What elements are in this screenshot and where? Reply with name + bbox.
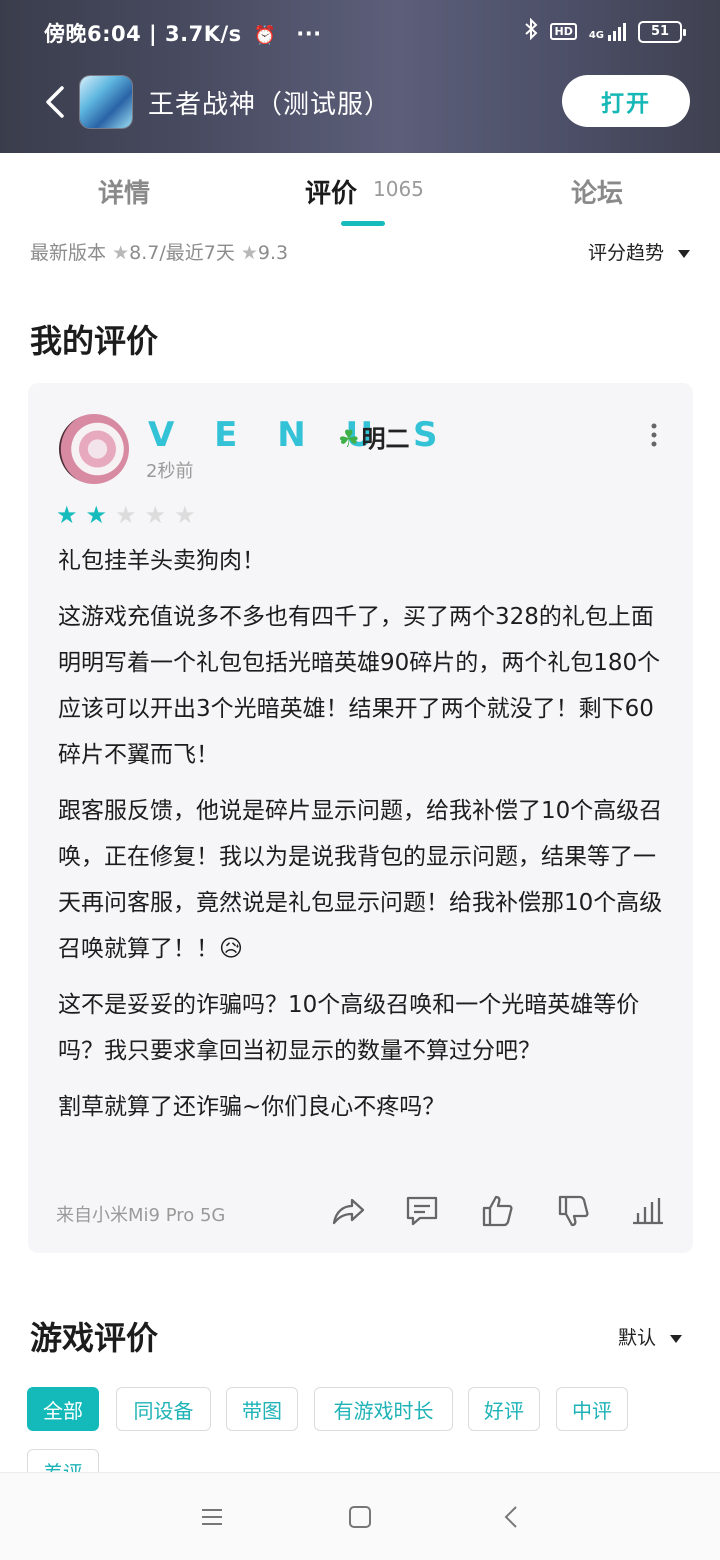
review-body: 礼包挂羊头卖狗肉！ 这游戏充值说多不多也有四千了，买了两个328的礼包上面明明写… xyxy=(58,538,668,1140)
app-header: 傍晚6:04 | 3.7K/s ⏰ ··· HD 4G 51 王者战神（测试服）… xyxy=(0,0,720,153)
device-label: 来自小米Mi9 Pro 5G xyxy=(56,1205,226,1226)
star-empty-icon: ★ xyxy=(144,501,175,529)
rating-trend-label: 评分趋势 xyxy=(587,242,664,264)
review-paragraph: 这不是妥妥的诈骗吗？10个高级召唤和一个光暗英雄等价吗？我只要求拿回当初显示的数… xyxy=(58,992,640,1064)
review-time: 2秒前 xyxy=(146,461,194,482)
chip-same-device[interactable]: 同设备 xyxy=(116,1387,211,1431)
review-count: 1065 xyxy=(373,177,424,201)
avatar[interactable] xyxy=(59,414,129,484)
thumbs-up-icon[interactable] xyxy=(480,1193,516,1229)
star-filled-icon: ★ xyxy=(56,501,86,529)
app-title: 王者战神（测试服） xyxy=(148,90,392,120)
nav-back-icon[interactable] xyxy=(498,1503,526,1531)
chip-with-image[interactable]: 带图 xyxy=(226,1387,298,1431)
status-bar: 傍晚6:04 | 3.7K/s ⏰ ··· HD 4G 51 xyxy=(0,0,720,64)
clover-icon: ☘ xyxy=(338,425,360,453)
star-filled-icon: ★ xyxy=(85,501,116,529)
star-empty-icon: ★ xyxy=(174,501,204,529)
chip-positive[interactable]: 好评 xyxy=(468,1387,540,1431)
review-actions xyxy=(328,1193,668,1233)
recent-label: /最近7天 xyxy=(159,242,235,264)
caret-down-icon xyxy=(670,1334,682,1343)
nav-row: 王者战神（测试服） 打开 xyxy=(0,72,720,132)
chip-neutral[interactable]: 中评 xyxy=(556,1387,628,1431)
chip-playtime[interactable]: 有游戏时长 xyxy=(314,1387,453,1431)
rating-summary: 最新版本 ★8.7/最近7天 ★9.3 评分趋势 xyxy=(30,238,690,268)
stats-icon[interactable] xyxy=(630,1193,666,1229)
game-reviews-title: 游戏评价 xyxy=(30,1319,159,1357)
tab-bar: 详情 评价 1065 论坛 xyxy=(0,153,720,229)
username-suffix: ☘明二 xyxy=(338,425,410,453)
review-paragraph: 跟客服反馈，他说是碎片显示问题，给我补偿了10个高级召唤，正在修复！我以为是说我… xyxy=(58,798,663,962)
review-paragraph: 礼包挂羊头卖狗肉！ xyxy=(58,548,265,574)
review-paragraph: 割草就算了还诈骗~你们良心不疼吗？ xyxy=(58,1094,446,1120)
sort-label: 默认 xyxy=(617,1327,656,1349)
menu-icon[interactable] xyxy=(198,1503,226,1531)
tab-indicator xyxy=(341,221,385,226)
tab-reviews[interactable]: 评价 xyxy=(305,173,357,210)
chip-all[interactable]: 全部 xyxy=(27,1387,99,1431)
my-review-card: V E N U S ☘明二 2秒前 ★★★★★ 礼包挂羊头卖狗肉！ 这游戏充值说… xyxy=(28,383,693,1253)
back-icon[interactable] xyxy=(40,82,70,122)
latest-score: 8.7 xyxy=(129,242,160,264)
system-nav-bar xyxy=(0,1472,720,1560)
alarm-icon: ⏰ xyxy=(253,25,277,46)
more-dots-icon: ··· xyxy=(296,22,322,46)
hd-icon: HD xyxy=(550,23,577,40)
star-icon: ★ xyxy=(112,242,130,264)
open-button[interactable]: 打开 xyxy=(562,75,690,127)
battery-icon: 51 xyxy=(638,20,686,43)
status-time: 傍晚6:04 | 3.7K/s ⏰ ··· xyxy=(44,22,322,46)
home-icon[interactable] xyxy=(346,1503,374,1531)
my-review-title: 我的评价 xyxy=(30,322,159,360)
review-stars: ★★★★★ xyxy=(56,501,204,529)
star-icon: ★ xyxy=(240,242,258,264)
sort-dropdown[interactable]: 默认 xyxy=(618,1323,682,1350)
share-icon[interactable] xyxy=(330,1193,366,1229)
bluetooth-icon xyxy=(524,17,538,45)
thumbs-down-icon[interactable] xyxy=(556,1193,592,1229)
tab-details[interactable]: 详情 xyxy=(98,173,150,210)
review-paragraph: 这游戏充值说多不多也有四千了，买了两个328的礼包上面明明写着一个礼包包括光暗英… xyxy=(58,604,661,768)
more-options-icon[interactable] xyxy=(649,423,659,447)
status-icons: HD 4G 51 xyxy=(524,17,686,45)
signal-icon: 4G xyxy=(589,22,626,41)
rating-trend-button[interactable]: 评分趋势 xyxy=(588,238,690,265)
star-empty-icon: ★ xyxy=(115,501,145,529)
recent-score: 9.3 xyxy=(257,242,289,264)
latest-version-label: 最新版本 xyxy=(30,242,107,264)
comment-icon[interactable] xyxy=(404,1193,440,1229)
app-icon xyxy=(80,76,132,128)
caret-down-icon xyxy=(678,249,690,258)
tab-forum[interactable]: 论坛 xyxy=(571,173,623,210)
